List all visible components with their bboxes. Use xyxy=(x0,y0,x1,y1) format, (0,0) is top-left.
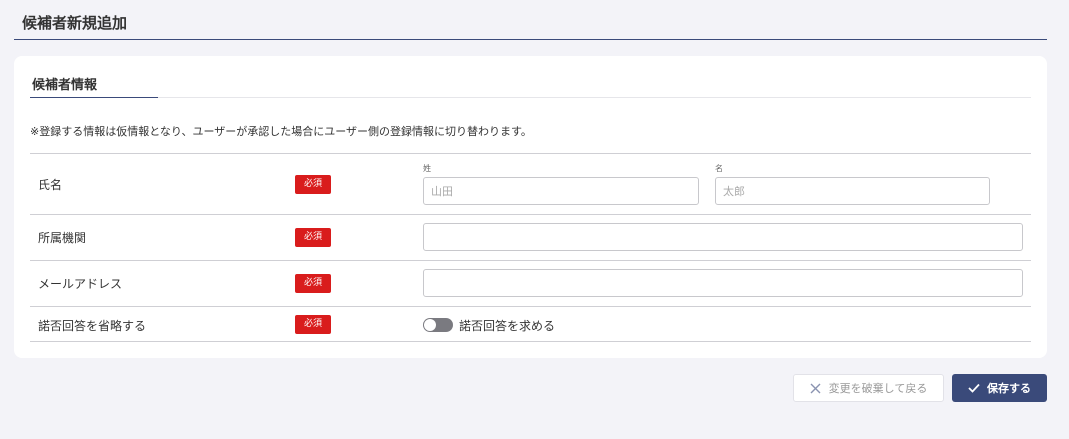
check-icon xyxy=(968,383,980,393)
form-row-affiliation: 所属機関 必須 xyxy=(30,215,1031,261)
affiliation-input[interactable] xyxy=(423,223,1023,251)
toggle-knob xyxy=(424,319,436,331)
save-button-label: 保存する xyxy=(987,382,1031,395)
section-header: 候補者情報 xyxy=(30,56,1031,98)
discard-button-label: 変更を破棄して戻る xyxy=(828,382,928,395)
toggle-label: 諾否回答を求める xyxy=(459,319,556,333)
section-underline xyxy=(30,97,158,98)
required-badge: 必須 xyxy=(295,315,331,334)
response-toggle[interactable] xyxy=(423,318,453,332)
page-header: 候補者新規追加 xyxy=(14,0,1047,40)
required-badge: 必須 xyxy=(295,228,331,247)
candidate-info-card: 候補者情報 ※登録する情報は仮情報となり、ユーザーが承認した場合にユーザー側の登… xyxy=(14,56,1047,358)
save-button[interactable]: 保存する xyxy=(952,374,1047,402)
form-row-skip-response: 諾否回答を省略する 必須 諾否回答を求める xyxy=(30,307,1031,342)
section-title: 候補者情報 xyxy=(32,78,98,93)
form-row-email: メールアドレス 必須 xyxy=(30,261,1031,307)
affiliation-label: 所属機関 xyxy=(38,231,87,245)
required-badge: 必須 xyxy=(295,274,331,293)
first-name-input[interactable] xyxy=(715,177,990,205)
form-table: 氏名 必須 姓 名 所属機関 必須 メールアドレス 必須 諾否回答を省略する 必… xyxy=(30,153,1031,342)
notice-text: ※登録する情報は仮情報となり、ユーザーが承認した場合にユーザー側の登録情報に切り… xyxy=(30,125,532,138)
required-badge: 必須 xyxy=(295,175,331,194)
name-label: 氏名 xyxy=(38,178,63,192)
last-name-label: 姓 xyxy=(423,164,431,173)
email-label: メールアドレス xyxy=(38,277,123,291)
last-name-input[interactable] xyxy=(423,177,699,205)
discard-button[interactable]: 変更を破棄して戻る xyxy=(793,374,944,402)
close-icon xyxy=(810,383,821,394)
form-row-name: 氏名 必須 姓 名 xyxy=(30,154,1031,215)
skip-response-label: 諾否回答を省略する xyxy=(38,319,147,333)
first-name-label: 名 xyxy=(715,164,723,173)
email-input[interactable] xyxy=(423,269,1023,297)
page-title: 候補者新規追加 xyxy=(22,14,128,32)
